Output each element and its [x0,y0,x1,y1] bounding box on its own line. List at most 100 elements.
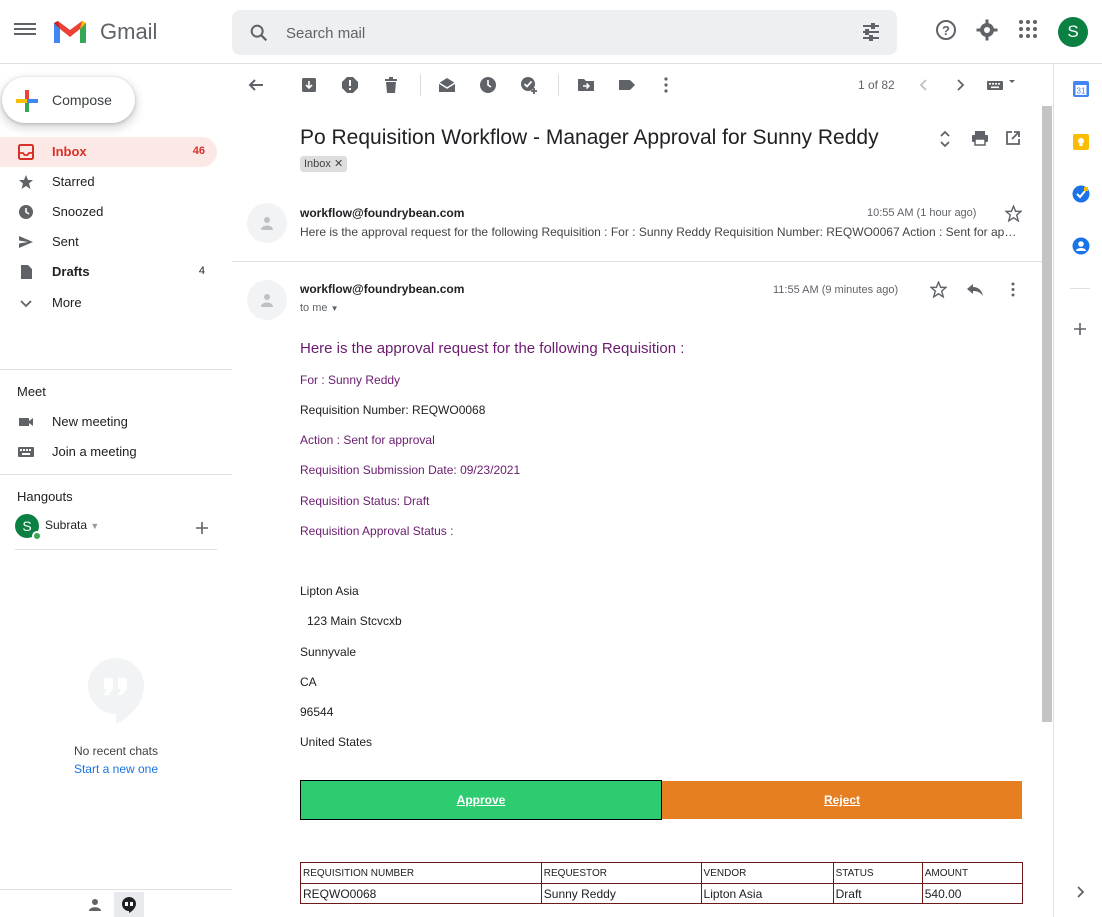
move-to-icon[interactable] [577,76,595,94]
gmail-logo-icon[interactable] [52,17,88,45]
drafts-count: 4 [198,265,205,277]
table-header: VENDOR [700,862,834,884]
body-action: Action : Sent for approval [300,433,435,447]
expand-panel-chevron-icon[interactable] [1073,885,1087,899]
tasks-icon[interactable] [1072,185,1090,203]
contacts-icon[interactable] [1072,237,1090,255]
sidebar-item-label: Snoozed [52,204,104,219]
video-camera-icon [19,418,33,426]
add-hangout-icon[interactable] [195,521,209,535]
print-icon[interactable] [971,130,989,146]
keep-icon[interactable] [1072,133,1090,151]
back-arrow-icon[interactable] [247,76,265,94]
star-outline-icon[interactable] [930,281,947,298]
delete-trash-icon[interactable] [382,76,400,94]
previous-chevron-icon[interactable] [915,76,933,94]
chevron-down-icon [20,300,32,308]
caret-down-icon: ▼ [90,521,100,531]
message-sender[interactable]: workflow@foundrybean.com [300,282,464,296]
sidebar-item-sent[interactable]: Sent [0,227,217,257]
snooze-clock-icon[interactable] [479,76,497,94]
inbox-icon [18,144,34,160]
sidebar-item-drafts[interactable]: Drafts 4 [0,257,217,287]
open-in-new-window-icon[interactable] [1005,130,1021,146]
search-input[interactable] [286,20,806,46]
compose-label: Compose [52,92,112,108]
search-options-icon[interactable] [861,22,881,42]
message-sender[interactable]: workflow@foundrybean.com [300,206,464,220]
expand-all-icon[interactable] [937,130,953,148]
recipient-details[interactable]: to me ▼ [300,302,339,314]
inbox-label-chip[interactable]: Inbox ✕ [300,156,348,172]
sender-avatar [247,203,287,243]
add-to-tasks-icon[interactable] [520,76,538,94]
input-tools-keyboard-icon[interactable] [986,76,1020,94]
divider [15,549,217,550]
person-icon [261,217,273,230]
join-meeting-item[interactable]: Join a meeting [0,437,217,467]
left-sidebar: Compose Inbox 46 Starred Snoozed Sent Dr… [0,64,232,917]
search-icon[interactable] [248,22,270,44]
next-chevron-icon[interactable] [951,76,969,94]
compose-plus-icon [16,90,38,112]
divider [0,474,232,475]
sidebar-item-more[interactable]: More [0,288,217,318]
table-header: STATUS [832,862,923,884]
account-avatar[interactable]: S [1058,17,1088,47]
settings-gear-icon[interactable] [975,18,999,42]
apps-grid-icon[interactable] [1017,18,1039,40]
send-icon [19,236,33,248]
sidebar-item-label: More [52,295,82,310]
calendar-icon[interactable]: 31 [1072,80,1090,98]
more-vertical-icon[interactable] [657,76,675,94]
main-menu-icon[interactable] [14,20,36,42]
message-time: 11:55 AM (9 minutes ago) [773,284,899,296]
svg-text:31: 31 [1077,87,1086,96]
sidebar-item-snoozed[interactable]: Snoozed [0,197,217,227]
hangouts-title: Hangouts [17,489,73,504]
email-subject: Po Requisition Workflow - Manager Approv… [300,126,879,149]
scrollbar[interactable] [1042,106,1052,722]
remove-label-icon[interactable]: ✕ [334,158,343,170]
mark-unread-icon[interactable] [438,76,456,94]
compose-button[interactable]: Compose [2,77,135,123]
reject-button[interactable]: Reject [662,781,1022,819]
address-line: Sunnyvale [300,645,357,659]
table-cell: Lipton Asia [700,883,834,904]
message-snippet[interactable]: Here is the approval request for the fol… [300,225,1022,239]
approve-button[interactable]: Approve [300,780,662,820]
get-addons-plus-icon[interactable] [1073,322,1087,336]
help-icon[interactable]: ? [934,18,958,42]
report-spam-icon[interactable] [341,76,359,94]
hangouts-user-name: Subrata ▼ [45,518,100,532]
message-time: 10:55 AM (1 hour ago) [867,207,977,219]
table-row: REQWO0068 Sunny Reddy Lipton Asia Draft … [300,883,1024,904]
body-approval-status: Requisition Approval Status : [300,524,454,538]
sidebar-item-label: Sent [52,234,79,249]
label-tag-icon[interactable] [618,76,636,94]
start-new-chat-link[interactable]: Start a new one [0,762,232,776]
address-line: CA [300,675,317,689]
divider [0,369,232,370]
sidebar-item-inbox[interactable]: Inbox 46 [0,137,217,167]
reply-icon[interactable] [966,282,984,298]
app-name: Gmail [100,19,158,44]
side-panel: 31 [1053,64,1102,917]
hangouts-tab[interactable] [114,892,144,917]
requisition-table: REQUISITION NUMBER REQUESTOR VENDOR STAT… [300,862,1024,904]
search-bar[interactable] [232,10,897,55]
address-line: Lipton Asia [300,584,359,598]
sidebar-item-starred[interactable]: Starred [0,167,217,197]
new-meeting-item[interactable]: New meeting [0,407,217,437]
contacts-person-icon[interactable] [87,897,103,913]
address-line: United States [300,735,373,749]
table-cell: REQWO0068 [300,883,542,904]
star-outline-icon[interactable] [1005,205,1022,222]
table-header: REQUESTOR [540,862,702,884]
more-vertical-icon[interactable] [1005,281,1021,298]
sender-avatar [247,280,287,320]
draft-file-icon [21,265,32,279]
new-meeting-label: New meeting [52,414,128,429]
message-divider [232,261,1042,262]
archive-icon[interactable] [300,76,318,94]
